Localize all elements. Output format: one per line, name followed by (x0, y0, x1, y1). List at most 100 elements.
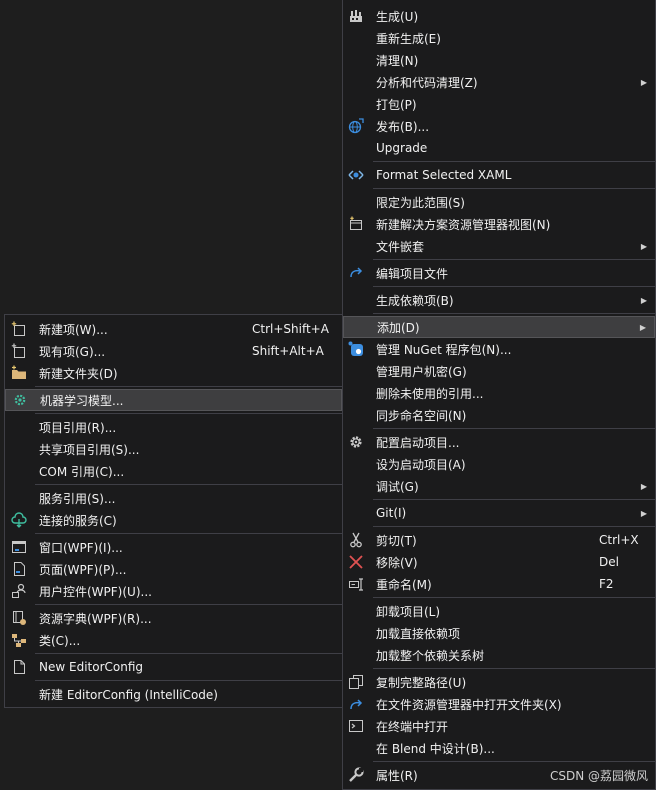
menu-item-remove[interactable]: 移除(V) Del (343, 551, 655, 573)
menu-item-scope-to-this[interactable]: 限定为此范围(S) (343, 191, 655, 213)
submenu-item-label: 共享项目引用(S)... (39, 442, 140, 457)
menu-item-remove-unused-references[interactable]: 删除未使用的引用... (343, 382, 655, 404)
menu-separator (35, 680, 342, 681)
menu-item-rename[interactable]: 重命名(M) F2 (343, 573, 655, 595)
menu-separator (373, 313, 655, 314)
menu-item-load-direct-dependencies[interactable]: 加载直接依赖项 (343, 622, 655, 644)
menu-item-label: 管理 NuGet 程序包(N)... (376, 342, 512, 357)
menu-item-open-in-explorer[interactable]: 在文件资源管理器中打开文件夹(X) (343, 693, 655, 715)
submenu-item-existing-item[interactable]: 现有项(G)... Shift+Alt+A (5, 340, 342, 362)
page-icon (11, 561, 27, 577)
submenu-arrow-icon: ▶ (639, 322, 646, 332)
menu-separator (373, 668, 655, 669)
submenu-item-window-wpf[interactable]: 窗口(WPF)(I)... (5, 536, 342, 558)
menu-item-debug[interactable]: 调试(G) ▶ (343, 475, 655, 497)
menu-item-open-in-terminal[interactable]: 在终端中打开 (343, 715, 655, 737)
menu-item-label: 清理(N) (376, 53, 419, 68)
submenu-arrow-icon: ▶ (640, 295, 647, 305)
submenu-item-connected-service[interactable]: 连接的服务(C) (5, 509, 342, 531)
menu-item-label: Upgrade (376, 141, 428, 155)
globe-icon (348, 118, 364, 134)
menu-item-pack[interactable]: 打包(P) (343, 93, 655, 115)
copy-icon (348, 674, 364, 690)
submenu-item-label: 现有项(G)... (39, 344, 106, 359)
submenu-item-project-reference[interactable]: 项目引用(R)... (5, 416, 342, 438)
submenu-item-new-item[interactable]: 新建项(W)... Ctrl+Shift+A (5, 318, 342, 340)
menu-item-analyze[interactable]: 分析和代码清理(Z) ▶ (343, 71, 655, 93)
redo-arrow-icon (348, 265, 364, 281)
submenu-item-com-reference[interactable]: COM 引用(C)... (5, 460, 342, 482)
submenu-item-label: 服务引用(S)... (39, 491, 116, 506)
red-x-icon (348, 554, 364, 570)
submenu-item-label: 用户控件(WPF)(U)... (39, 584, 152, 599)
submenu-item-new-editorconfig[interactable]: New EditorConfig (5, 656, 342, 678)
build-icon (348, 8, 364, 24)
menu-item-manage-nuget[interactable]: 管理 NuGet 程序包(N)... (343, 338, 655, 360)
menu-item-format-xaml[interactable]: Format Selected XAML (343, 164, 655, 186)
menu-item-label: 加载直接依赖项 (376, 626, 461, 641)
menu-item-sync-namespaces[interactable]: 同步命名空间(N) (343, 404, 655, 426)
menu-item-load-entire-tree[interactable]: 加载整个依赖关系树 (343, 644, 655, 666)
menu-item-file-nesting[interactable]: 文件嵌套 ▶ (343, 235, 655, 257)
submenu-item-shared-project-reference[interactable]: 共享项目引用(S)... (5, 438, 342, 460)
menu-item-build[interactable]: 生成(U) (343, 5, 655, 27)
menu-item-git[interactable]: Git(I) ▶ (343, 502, 655, 524)
menu-item-label: 发布(B)... (376, 119, 430, 134)
submenu-item-new-folder[interactable]: 新建文件夹(D) (5, 362, 342, 384)
submenu-item-label: 资源字典(WPF)(R)... (39, 611, 152, 626)
shortcut-text: Del (599, 555, 619, 569)
menu-item-unload-project[interactable]: 卸载项目(L) (343, 600, 655, 622)
menu-item-manage-user-secrets[interactable]: 管理用户机密(G) (343, 360, 655, 382)
menu-item-new-solution-view[interactable]: 新建解决方案资源管理器视图(N) (343, 213, 655, 235)
menu-item-copy-full-path[interactable]: 复制完整路径(U) (343, 671, 655, 693)
menu-separator (373, 499, 655, 500)
menu-separator (35, 484, 342, 485)
add-submenu: 新建项(W)... Ctrl+Shift+A 现有项(G)... Shift+A… (4, 314, 343, 708)
menu-separator (35, 533, 342, 534)
shortcut-text: Ctrl+Shift+A (252, 322, 329, 336)
menu-item-label: 编辑项目文件 (376, 266, 449, 281)
menu-item-clean[interactable]: 清理(N) (343, 49, 655, 71)
rename-icon (348, 576, 364, 592)
submenu-arrow-icon: ▶ (640, 77, 647, 87)
submenu-item-service-reference[interactable]: 服务引用(S)... (5, 487, 342, 509)
menu-item-publish[interactable]: 发布(B)... (343, 115, 655, 137)
menu-item-label: 新建解决方案资源管理器视图(N) (376, 217, 551, 232)
shortcut-text: Ctrl+X (599, 533, 639, 547)
menu-item-cut[interactable]: 剪切(T) Ctrl+X (343, 529, 655, 551)
menu-item-configure-startup[interactable]: 配置启动项目... (343, 431, 655, 453)
menu-item-label: 重新生成(E) (376, 31, 441, 46)
menu-item-upgrade[interactable]: Upgrade (343, 137, 655, 159)
menu-item-label: 剪切(T) (376, 533, 417, 548)
menu-separator (35, 413, 342, 414)
menu-separator (373, 188, 655, 189)
submenu-arrow-icon: ▶ (640, 241, 647, 251)
submenu-item-page-wpf[interactable]: 页面(WPF)(P)... (5, 558, 342, 580)
resource-dictionary-icon (11, 610, 27, 626)
menu-item-build-dependencies[interactable]: 生成依赖项(B) ▶ (343, 289, 655, 311)
submenu-item-new-editorconfig-intellicode[interactable]: 新建 EditorConfig (IntelliCode) (5, 683, 342, 705)
menu-item-set-startup[interactable]: 设为启动项目(A) (343, 453, 655, 475)
menu-item-design-in-blend[interactable]: 在 Blend 中设计(B)... (343, 737, 655, 759)
menu-item-label: 加载整个依赖关系树 (376, 648, 485, 663)
menu-item-label: 文件嵌套 (376, 239, 425, 254)
submenu-item-label: 项目引用(R)... (39, 420, 117, 435)
menu-item-add[interactable]: 添加(D) ▶ (343, 316, 655, 338)
menu-item-label: 重命名(M) (376, 577, 432, 592)
window-icon (11, 539, 27, 555)
menu-separator (35, 386, 342, 387)
menu-separator (373, 161, 655, 162)
submenu-item-resource-dictionary-wpf[interactable]: 资源字典(WPF)(R)... (5, 607, 342, 629)
submenu-item-label: 机器学习模型... (40, 393, 124, 408)
xaml-format-icon (348, 167, 364, 183)
submenu-item-class[interactable]: 类(C)... (5, 629, 342, 651)
menu-separator (373, 526, 655, 527)
refresh-arrow-icon (348, 696, 364, 712)
shortcut-text: Shift+Alt+A (252, 344, 324, 358)
menu-item-edit-project-file[interactable]: 编辑项目文件 (343, 262, 655, 284)
menu-separator (35, 653, 342, 654)
menu-item-label: 限定为此范围(S) (376, 195, 465, 210)
submenu-item-ml-model[interactable]: 机器学习模型... (5, 389, 342, 411)
menu-item-rebuild[interactable]: 重新生成(E) (343, 27, 655, 49)
submenu-item-user-control-wpf[interactable]: 用户控件(WPF)(U)... (5, 580, 342, 602)
